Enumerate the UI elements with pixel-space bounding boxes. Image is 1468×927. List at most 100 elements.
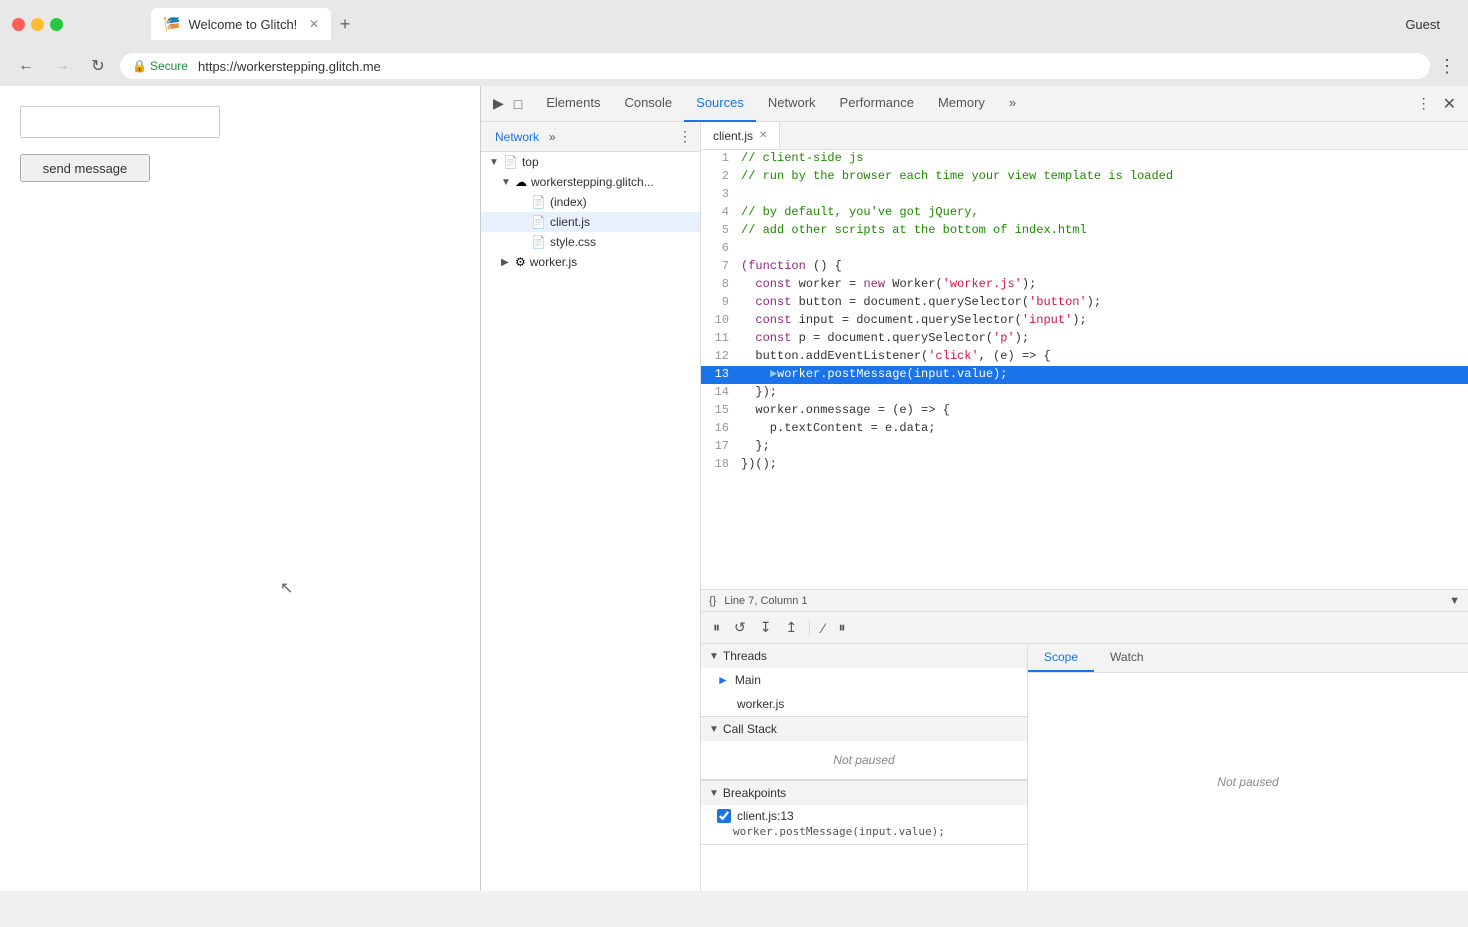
cursor-indicator: ↖: [280, 580, 293, 597]
forward-button[interactable]: →: [48, 52, 76, 80]
code-line-2: 2 // run by the browser each time your v…: [701, 168, 1468, 186]
file-tree: ▼ 📄 top ▼ ☁ workerstepping.glitch... 📄: [481, 152, 700, 891]
cloud-icon: ☁: [515, 175, 527, 189]
line-num-9: 9: [701, 294, 737, 310]
tab-close-button[interactable]: ✕: [309, 17, 319, 31]
editor-tab-clientjs[interactable]: client.js ✕: [701, 122, 780, 149]
code-line-16: 16 p.textContent = e.data;: [701, 420, 1468, 438]
breakpoint-code: worker.postMessage(input.value);: [717, 823, 1011, 840]
message-input[interactable]: [20, 106, 220, 138]
reload-button[interactable]: ↻: [84, 52, 112, 80]
breakpoints-arrow: ▼: [709, 788, 719, 799]
close-traffic-light[interactable]: [12, 18, 25, 31]
thread-main[interactable]: ► Main: [701, 668, 1027, 692]
line-num-3: 3: [701, 186, 737, 202]
editor-tab-label: client.js: [713, 129, 753, 143]
tree-item-clientjs[interactable]: 📄 client.js: [481, 212, 700, 232]
browser-tab[interactable]: 🎏 Welcome to Glitch! ✕: [151, 8, 331, 40]
secure-label: Secure: [150, 59, 188, 73]
lock-icon: 🔒: [132, 59, 147, 73]
tab-console[interactable]: Console: [612, 86, 684, 122]
tree-item-index[interactable]: 📄 (index): [481, 192, 700, 212]
deactivate-breakpoints-button[interactable]: ⁄: [818, 618, 828, 638]
editor-tab-close[interactable]: ✕: [759, 130, 767, 141]
callstack-arrow: ▼: [709, 724, 719, 735]
devtools-close-button[interactable]: ✕: [1439, 90, 1460, 118]
worker-js-icon: ⚙: [515, 255, 526, 269]
inspect-element-button[interactable]: ▶: [489, 91, 508, 116]
devtools-header: ▶ □ Elements Console Sources Network Per…: [481, 86, 1468, 122]
debugger-content: ▼ Threads ► Main worker.js: [701, 644, 1468, 891]
threads-header[interactable]: ▼ Threads: [701, 644, 1027, 668]
secure-badge: 🔒 Secure: [132, 59, 188, 73]
code-line-14: 14 });: [701, 384, 1468, 402]
tab-sources[interactable]: Sources: [684, 86, 756, 122]
address-input[interactable]: 🔒 Secure https://workerstepping.glitch.m…: [120, 53, 1430, 79]
css-file-icon: 📄: [531, 235, 546, 249]
devtools-header-actions: ⋮ ✕: [1405, 90, 1468, 118]
code-line-8: 8 const worker = new Worker('worker.js')…: [701, 276, 1468, 294]
line-content-17: };: [737, 438, 774, 454]
collapse-button[interactable]: ▼: [1449, 595, 1460, 607]
devtools-left-panel: Network » ⋮ ▼ 📄 top ▼ ☁ workerstep: [481, 122, 701, 891]
send-message-button[interactable]: send message: [20, 154, 150, 182]
thread-main-arrow: ►: [717, 673, 729, 687]
callstack-label: Call Stack: [723, 722, 777, 736]
tree-item-stylecss[interactable]: 📄 style.css: [481, 232, 700, 252]
panel-menu-button[interactable]: ⋮: [678, 128, 692, 145]
new-tab-button[interactable]: +: [331, 10, 359, 38]
tree-label-workerstepping: workerstepping.glitch...: [531, 175, 654, 189]
tree-arrow-top: ▼: [489, 157, 499, 168]
tab-more[interactable]: »: [997, 86, 1028, 122]
tab-elements[interactable]: Elements: [534, 86, 612, 122]
tab-memory[interactable]: Memory: [926, 86, 997, 122]
code-line-6: 6: [701, 240, 1468, 258]
back-button[interactable]: ←: [12, 52, 40, 80]
debugger-left: ▼ Threads ► Main worker.js: [701, 644, 1028, 891]
panel-more-button[interactable]: »: [549, 130, 556, 144]
line-content-1: // client-side js: [737, 150, 867, 166]
step-over-button[interactable]: ↺: [730, 617, 750, 638]
code-editor: client.js ✕ 1 // client-side js 2 // run…: [701, 122, 1468, 611]
step-into-button[interactable]: ↧: [756, 617, 776, 638]
breakpoint-checkbox[interactable]: [717, 809, 731, 823]
breakpoints-header[interactable]: ▼ Breakpoints: [701, 781, 1027, 805]
breakpoint-item-1: client.js:13 worker.postMessage(input.va…: [701, 805, 1027, 844]
callstack-header[interactable]: ▼ Call Stack: [701, 717, 1027, 741]
code-line-7: 7 (function () {: [701, 258, 1468, 276]
tree-label-clientjs: client.js: [550, 215, 590, 229]
tab-network[interactable]: Network: [756, 86, 828, 122]
step-out-button[interactable]: ↥: [781, 617, 801, 638]
async-button[interactable]: ⏸: [835, 617, 850, 638]
tree-label-workerjs: worker.js: [530, 255, 577, 269]
traffic-lights: [12, 18, 63, 31]
code-line-4: 4 // by default, you've got jQuery,: [701, 204, 1468, 222]
code-line-12: 12 button.addEventListener('click', (e) …: [701, 348, 1468, 366]
code-line-17: 17 };: [701, 438, 1468, 456]
line-content-7: (function () {: [737, 258, 846, 274]
line-content-5: // add other scripts at the bottom of in…: [737, 222, 1091, 238]
tree-arrow-workerjs: ▶: [501, 257, 511, 268]
thread-workerjs[interactable]: worker.js: [701, 692, 1027, 716]
tree-item-top[interactable]: ▼ 📄 top: [481, 152, 700, 172]
line-content-4: // by default, you've got jQuery,: [737, 204, 983, 220]
line-num-5: 5: [701, 222, 737, 238]
tree-item-workerstepping[interactable]: ▼ ☁ workerstepping.glitch...: [481, 172, 700, 192]
line-content-3: [737, 186, 745, 188]
tab-performance[interactable]: Performance: [828, 86, 926, 122]
code-area[interactable]: 1 // client-side js 2 // run by the brow…: [701, 150, 1468, 589]
minimize-traffic-light[interactable]: [31, 18, 44, 31]
threads-label: Threads: [723, 649, 767, 663]
scope-tab[interactable]: Scope: [1028, 644, 1094, 672]
maximize-traffic-light[interactable]: [50, 18, 63, 31]
devtools-settings-button[interactable]: ⋮: [1413, 91, 1435, 116]
pause-resume-button[interactable]: ⏸: [709, 617, 724, 638]
responsive-mode-button[interactable]: □: [510, 92, 526, 116]
threads-section: ▼ Threads ► Main worker.js: [701, 644, 1027, 717]
debugger-right: Scope Watch Not paused: [1028, 644, 1468, 891]
tree-item-workerjs[interactable]: ▶ ⚙ worker.js: [481, 252, 700, 272]
panel-tab-network[interactable]: Network: [489, 128, 545, 146]
watch-tab[interactable]: Watch: [1094, 644, 1160, 672]
browser-more-button[interactable]: ⋮: [1438, 56, 1456, 77]
line-num-1: 1: [701, 150, 737, 166]
